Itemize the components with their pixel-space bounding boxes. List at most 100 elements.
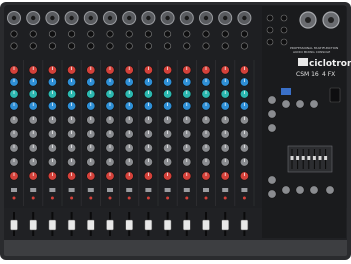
line-input-jack[interactable] <box>240 42 248 50</box>
channel-fader[interactable] <box>125 219 133 231</box>
mute-button[interactable] <box>203 188 209 192</box>
line-input-jack[interactable] <box>164 30 172 38</box>
peak-led <box>70 196 74 200</box>
mute-button[interactable] <box>222 188 229 192</box>
model-name: CSM 16 <box>296 71 319 78</box>
peak-led <box>31 196 35 200</box>
master-knob[interactable] <box>281 185 291 195</box>
line-input-jack[interactable] <box>48 42 56 50</box>
geq-slider[interactable] <box>296 156 300 160</box>
model-suffix: 4 FX <box>322 71 335 78</box>
peak-led <box>89 196 93 200</box>
aux-jack[interactable] <box>266 26 274 34</box>
channel-fader[interactable] <box>221 219 229 231</box>
geq-slider[interactable] <box>312 156 316 160</box>
master-knob[interactable] <box>267 123 277 133</box>
peak-led <box>185 196 189 200</box>
mute-button[interactable] <box>145 188 152 192</box>
line-input-jack[interactable] <box>68 42 76 50</box>
peak-led <box>204 196 208 200</box>
line-input-jack[interactable] <box>240 30 248 38</box>
mute-button[interactable] <box>241 188 248 192</box>
line-input-jack[interactable] <box>125 30 133 38</box>
channel-fader[interactable] <box>48 219 57 231</box>
peak-led <box>242 196 246 200</box>
line-input-jack[interactable] <box>68 30 76 38</box>
peak-led <box>50 196 54 200</box>
line-input-jack[interactable] <box>183 30 191 38</box>
master-knob[interactable] <box>325 185 335 195</box>
master-knob[interactable] <box>295 185 305 195</box>
peak-led <box>127 196 131 200</box>
channel-fader[interactable] <box>144 219 153 231</box>
line-input-jack[interactable] <box>202 42 210 50</box>
channel-fader[interactable] <box>240 219 249 231</box>
geq-slider[interactable] <box>290 156 294 160</box>
channel-fader[interactable] <box>87 219 95 231</box>
line-input-jack[interactable] <box>125 42 133 50</box>
mute-button[interactable] <box>126 188 133 192</box>
line-input-jack[interactable] <box>144 30 152 38</box>
line-input-jack[interactable] <box>10 30 18 38</box>
mute-button[interactable] <box>11 188 17 192</box>
master-knob[interactable] <box>267 175 277 185</box>
channel-fader[interactable] <box>163 219 172 231</box>
brand-logo-badge <box>298 58 308 66</box>
mixing-console: PROFESSIONAL MULTIFUNCTION AUDIO MIXING … <box>0 2 351 260</box>
geq-slider[interactable] <box>318 156 322 160</box>
line-input-jack[interactable] <box>144 42 152 50</box>
channel-fader[interactable] <box>202 219 210 231</box>
mute-button[interactable] <box>107 188 113 192</box>
mute-button[interactable] <box>68 188 75 192</box>
mute-button[interactable] <box>49 188 56 192</box>
master-knob[interactable] <box>281 99 291 109</box>
mute-button[interactable] <box>30 188 37 192</box>
peak-led <box>223 196 227 200</box>
line-input-jack[interactable] <box>48 30 56 38</box>
line-input-jack[interactable] <box>183 42 191 50</box>
console-bottom-rail <box>4 238 347 256</box>
master-knob[interactable] <box>309 99 319 109</box>
fx-display <box>281 88 291 95</box>
master-knob[interactable] <box>295 99 305 109</box>
line-input-jack[interactable] <box>10 42 18 50</box>
aux-jack[interactable] <box>266 38 274 46</box>
line-input-jack[interactable] <box>164 42 172 50</box>
peak-led <box>108 196 112 200</box>
line-input-jack[interactable] <box>221 30 229 38</box>
line-input-jack[interactable] <box>106 30 114 38</box>
tagline-2: AUDIO MIXING CONSOLE <box>293 50 330 54</box>
line-input-jack[interactable] <box>202 30 210 38</box>
power-switch[interactable] <box>329 87 341 103</box>
channel-fader[interactable] <box>106 219 114 231</box>
peak-led <box>12 196 16 200</box>
peak-led <box>166 196 170 200</box>
mute-button[interactable] <box>87 188 94 192</box>
line-input-jack[interactable] <box>87 42 95 50</box>
channel-fader[interactable] <box>67 219 76 231</box>
master-knob[interactable] <box>309 185 319 195</box>
line-input-jack[interactable] <box>106 42 114 50</box>
mute-button[interactable] <box>164 188 171 192</box>
aux-jack[interactable] <box>280 38 288 46</box>
aux-jack[interactable] <box>280 26 288 34</box>
geq-slider[interactable] <box>301 156 305 160</box>
mute-button[interactable] <box>183 188 190 192</box>
master-section: PROFESSIONAL MULTIFUNCTION AUDIO MIXING … <box>262 6 351 238</box>
geq-slider[interactable] <box>307 156 311 160</box>
line-input-jack[interactable] <box>29 42 37 50</box>
geq-slider[interactable] <box>324 156 328 160</box>
aux-jack[interactable] <box>280 14 288 22</box>
master-knob[interactable] <box>267 189 277 199</box>
channel-fader[interactable] <box>10 219 18 231</box>
brand-logo: ciclotron <box>309 59 351 69</box>
master-knob[interactable] <box>267 109 277 119</box>
channel-fader[interactable] <box>29 219 37 231</box>
aux-jack[interactable] <box>266 14 274 22</box>
master-knob[interactable] <box>267 95 277 105</box>
line-input-jack[interactable] <box>221 42 229 50</box>
line-input-jack[interactable] <box>29 30 37 38</box>
channel-fader[interactable] <box>183 219 191 231</box>
peak-led <box>146 196 150 200</box>
line-input-jack[interactable] <box>87 30 95 38</box>
